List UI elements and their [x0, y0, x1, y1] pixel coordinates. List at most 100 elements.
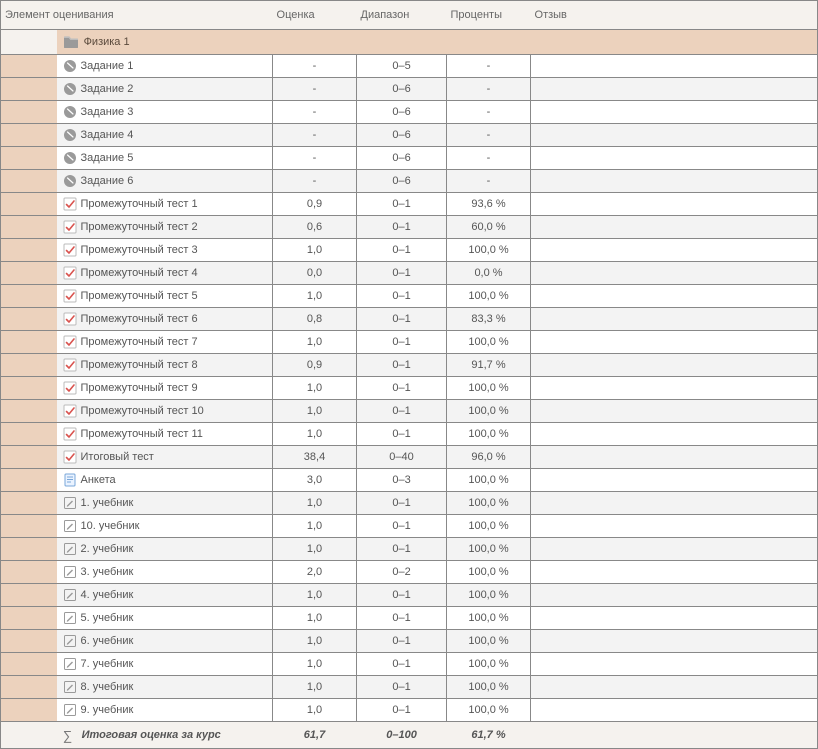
- grade-item-feedback: [531, 101, 818, 124]
- grade-item-name[interactable]: 7. учебник: [81, 658, 134, 670]
- ball-icon: [63, 82, 77, 96]
- edit-icon: [63, 565, 77, 579]
- grade-item-percent: 100,0 %: [447, 377, 531, 400]
- grade-item-grade: 1,0: [273, 653, 357, 676]
- grade-item-range: 0–1: [357, 216, 447, 239]
- grade-item-percent: 60,0 %: [447, 216, 531, 239]
- grade-item-row: 5. учебник1,00–1100,0 %: [1, 607, 818, 630]
- grade-item-percent: 100,0 %: [447, 584, 531, 607]
- grade-item-name[interactable]: Итоговый тест: [81, 451, 154, 463]
- grade-item-name[interactable]: 9. учебник: [81, 704, 134, 716]
- grade-item-name[interactable]: Задание 2: [81, 83, 134, 95]
- edit-icon: [63, 657, 77, 671]
- grade-item-name[interactable]: 6. учебник: [81, 635, 134, 647]
- grade-item-feedback: [531, 354, 818, 377]
- edit-icon: [63, 519, 77, 533]
- grade-item-range: 0–1: [357, 354, 447, 377]
- grade-item-grade: 1,0: [273, 699, 357, 722]
- grade-item-row: Задание 3-0–6-: [1, 101, 818, 124]
- grade-item-name[interactable]: Промежуточный тест 1: [81, 198, 198, 210]
- grade-item-name[interactable]: Промежуточный тест 4: [81, 267, 198, 279]
- grade-item-range: 0–5: [357, 55, 447, 78]
- grade-item-range: 0–1: [357, 492, 447, 515]
- grade-item-row: Промежуточный тест 40,00–10,0 %: [1, 262, 818, 285]
- grade-item-name[interactable]: Промежуточный тест 2: [81, 221, 198, 233]
- note-icon: [63, 473, 77, 487]
- grade-item-name[interactable]: 2. учебник: [81, 543, 134, 555]
- grade-item-grade: 38,4: [273, 446, 357, 469]
- edit-icon: [63, 588, 77, 602]
- grade-item-grade: 2,0: [273, 561, 357, 584]
- grade-item-name[interactable]: Промежуточный тест 5: [81, 290, 198, 302]
- grade-item-feedback: [531, 170, 818, 193]
- grade-item-range: 0–1: [357, 400, 447, 423]
- grade-item-feedback: [531, 239, 818, 262]
- grade-item-name[interactable]: Промежуточный тест 8: [81, 359, 198, 371]
- grade-item-name[interactable]: Промежуточный тест 9: [81, 382, 198, 394]
- header-grade: Оценка: [273, 1, 357, 30]
- grade-item-name[interactable]: Промежуточный тест 10: [81, 405, 204, 417]
- grade-item-name[interactable]: Задание 6: [81, 175, 134, 187]
- grade-item-feedback: [531, 124, 818, 147]
- grade-item-row: Задание 6-0–6-: [1, 170, 818, 193]
- grade-item-name[interactable]: Задание 5: [81, 152, 134, 164]
- grade-item-grade: 1,0: [273, 492, 357, 515]
- header-percent: Проценты: [447, 1, 531, 30]
- check-icon: [63, 335, 77, 349]
- grade-item-percent: -: [447, 55, 531, 78]
- grade-item-grade: 0,9: [273, 354, 357, 377]
- grade-item-percent: 100,0 %: [447, 699, 531, 722]
- grade-item-grade: 1,0: [273, 538, 357, 561]
- grade-item-row: Промежуточный тест 31,00–1100,0 %: [1, 239, 818, 262]
- grade-item-percent: 100,0 %: [447, 653, 531, 676]
- grade-item-percent: 93,6 %: [447, 193, 531, 216]
- edit-icon: [63, 542, 77, 556]
- grade-item-name[interactable]: Промежуточный тест 7: [81, 336, 198, 348]
- grade-item-grade: -: [273, 124, 357, 147]
- grade-item-feedback: [531, 331, 818, 354]
- grade-item-percent: 100,0 %: [447, 492, 531, 515]
- check-icon: [63, 381, 77, 395]
- grade-item-row: 3. учебник2,00–2100,0 %: [1, 561, 818, 584]
- grade-item-name[interactable]: 1. учебник: [81, 497, 134, 509]
- course-total-range: 0–100: [357, 722, 447, 749]
- grade-item-name[interactable]: 10. учебник: [81, 520, 140, 532]
- header-range: Диапазон: [357, 1, 447, 30]
- grade-item-percent: 100,0 %: [447, 607, 531, 630]
- grade-item-row: Промежуточный тест 51,00–1100,0 %: [1, 285, 818, 308]
- grade-item-row: Промежуточный тест 101,00–1100,0 %: [1, 400, 818, 423]
- grade-item-name[interactable]: Задание 3: [81, 106, 134, 118]
- grade-item-percent: 0,0 %: [447, 262, 531, 285]
- grade-item-feedback: [531, 400, 818, 423]
- grade-item-range: 0–6: [357, 147, 447, 170]
- grade-item-name[interactable]: Задание 1: [81, 60, 134, 72]
- grade-item-range: 0–1: [357, 262, 447, 285]
- grade-item-name[interactable]: 4. учебник: [81, 589, 134, 601]
- check-icon: [63, 289, 77, 303]
- grade-item-feedback: [531, 193, 818, 216]
- grade-item-range: 0–1: [357, 377, 447, 400]
- grade-item-feedback: [531, 676, 818, 699]
- grade-item-feedback: [531, 262, 818, 285]
- grade-item-row: Промежуточный тест 91,00–1100,0 %: [1, 377, 818, 400]
- grade-item-name[interactable]: Промежуточный тест 6: [81, 313, 198, 325]
- category-row: Физика 1: [1, 30, 818, 55]
- grade-item-percent: -: [447, 170, 531, 193]
- grade-item-percent: 100,0 %: [447, 676, 531, 699]
- grade-item-name[interactable]: Задание 4: [81, 129, 134, 141]
- grade-item-feedback: [531, 607, 818, 630]
- grade-item-grade: -: [273, 78, 357, 101]
- grade-item-name[interactable]: 3. учебник: [81, 566, 134, 578]
- grade-item-percent: -: [447, 124, 531, 147]
- grade-item-name[interactable]: Промежуточный тест 11: [81, 428, 203, 440]
- grade-item-name[interactable]: 8. учебник: [81, 681, 134, 693]
- category-name: Физика 1: [84, 36, 130, 48]
- grade-item-name[interactable]: Промежуточный тест 3: [81, 244, 198, 256]
- grade-item-row: 2. учебник1,00–1100,0 %: [1, 538, 818, 561]
- grade-item-row: 9. учебник1,00–1100,0 %: [1, 699, 818, 722]
- grade-item-name[interactable]: Анкета: [81, 474, 116, 486]
- grade-item-feedback: [531, 446, 818, 469]
- grade-item-row: 4. учебник1,00–1100,0 %: [1, 584, 818, 607]
- grade-item-grade: 1,0: [273, 239, 357, 262]
- grade-item-name[interactable]: 5. учебник: [81, 612, 134, 624]
